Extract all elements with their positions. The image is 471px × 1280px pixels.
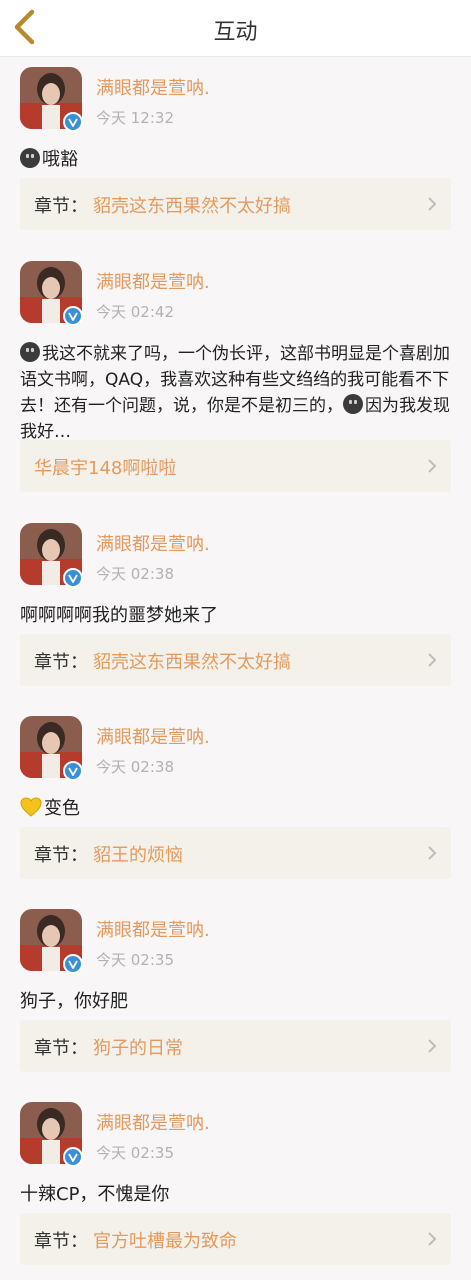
verified-badge-icon <box>63 306 83 326</box>
chevron-right-icon <box>428 1232 437 1246</box>
chapter-label: 章节： <box>34 845 88 866</box>
comment-text: 哦豁 <box>20 147 450 173</box>
timestamp: 今天 02:38 <box>96 565 174 583</box>
chapter-link[interactable]: 章节： 貂王的烦恼 <box>20 827 451 879</box>
dark-face-emoji-icon <box>20 148 40 168</box>
chapter-title: 貂壳这东西果然不太好搞 <box>93 652 291 673</box>
dark-face-emoji-icon <box>343 394 363 414</box>
verified-badge-icon <box>63 761 83 781</box>
verified-badge-icon <box>63 1147 83 1167</box>
chapter-title: 貂王的烦恼 <box>93 845 183 866</box>
timestamp: 今天 02:42 <box>96 303 174 321</box>
chevron-right-icon <box>428 197 437 211</box>
comment-text: 我这不就来了吗，一个伪长评，这部书明显是个喜剧加语文书啊，QAQ，我喜欢这种有些… <box>20 342 450 442</box>
chapter-title: 官方吐槽最为致命 <box>93 1231 237 1252</box>
timestamp: 今天 02:38 <box>96 758 174 776</box>
chapter-link[interactable]: 章节： 官方吐槽最为致命 <box>20 1213 451 1265</box>
username[interactable]: 满眼都是萱呐. <box>96 1109 210 1135</box>
username[interactable]: 满眼都是萱呐. <box>96 268 210 294</box>
timestamp: 今天 12:32 <box>96 109 174 127</box>
comment-text: 十辣CP，不愧是你 <box>20 1184 170 1205</box>
comment-text: 啊啊啊啊我的噩梦她来了 <box>20 605 218 626</box>
chevron-right-icon <box>428 653 437 667</box>
comment-text: 变色 <box>20 796 450 822</box>
chapter-link[interactable]: 章节： 貂壳这东西果然不太好搞 <box>20 178 451 230</box>
chapter-title: 貂壳这东西果然不太好搞 <box>93 196 291 217</box>
chapter-label: 章节： <box>34 652 88 673</box>
chapter-link[interactable]: 章节： 貂壳这东西果然不太好搞 <box>20 634 451 686</box>
chapter-title: 华晨宇148啊啦啦 <box>34 458 177 479</box>
timestamp: 今天 02:35 <box>96 1144 174 1162</box>
chapter-link[interactable]: 章节： 狗子的日常 <box>20 1020 451 1072</box>
chapter-label: 章节： <box>34 1038 88 1059</box>
verified-badge-icon <box>63 954 83 974</box>
chapter-title: 狗子的日常 <box>93 1038 183 1059</box>
username[interactable]: 满眼都是萱呐. <box>96 74 210 100</box>
chapter-label: 章节： <box>34 196 88 217</box>
username[interactable]: 满眼都是萱呐. <box>96 723 210 749</box>
comment-text: 狗子，你好肥 <box>20 991 128 1012</box>
yellow-heart-emoji-icon <box>20 797 42 817</box>
dark-face-emoji-icon <box>20 342 40 362</box>
username[interactable]: 满眼都是萱呐. <box>96 916 210 942</box>
chevron-right-icon <box>428 846 437 860</box>
verified-badge-icon <box>63 112 83 132</box>
chapter-link[interactable]: 华晨宇148啊啦啦 <box>20 440 451 492</box>
verified-badge-icon <box>63 568 83 588</box>
page-title: 互动 <box>213 20 258 45</box>
top-bar: 互动 <box>0 0 471 57</box>
username[interactable]: 满眼都是萱呐. <box>96 530 210 556</box>
chapter-label: 章节： <box>34 1231 88 1252</box>
timestamp: 今天 02:35 <box>96 951 174 969</box>
chevron-right-icon <box>428 1039 437 1053</box>
chevron-right-icon <box>428 459 437 473</box>
